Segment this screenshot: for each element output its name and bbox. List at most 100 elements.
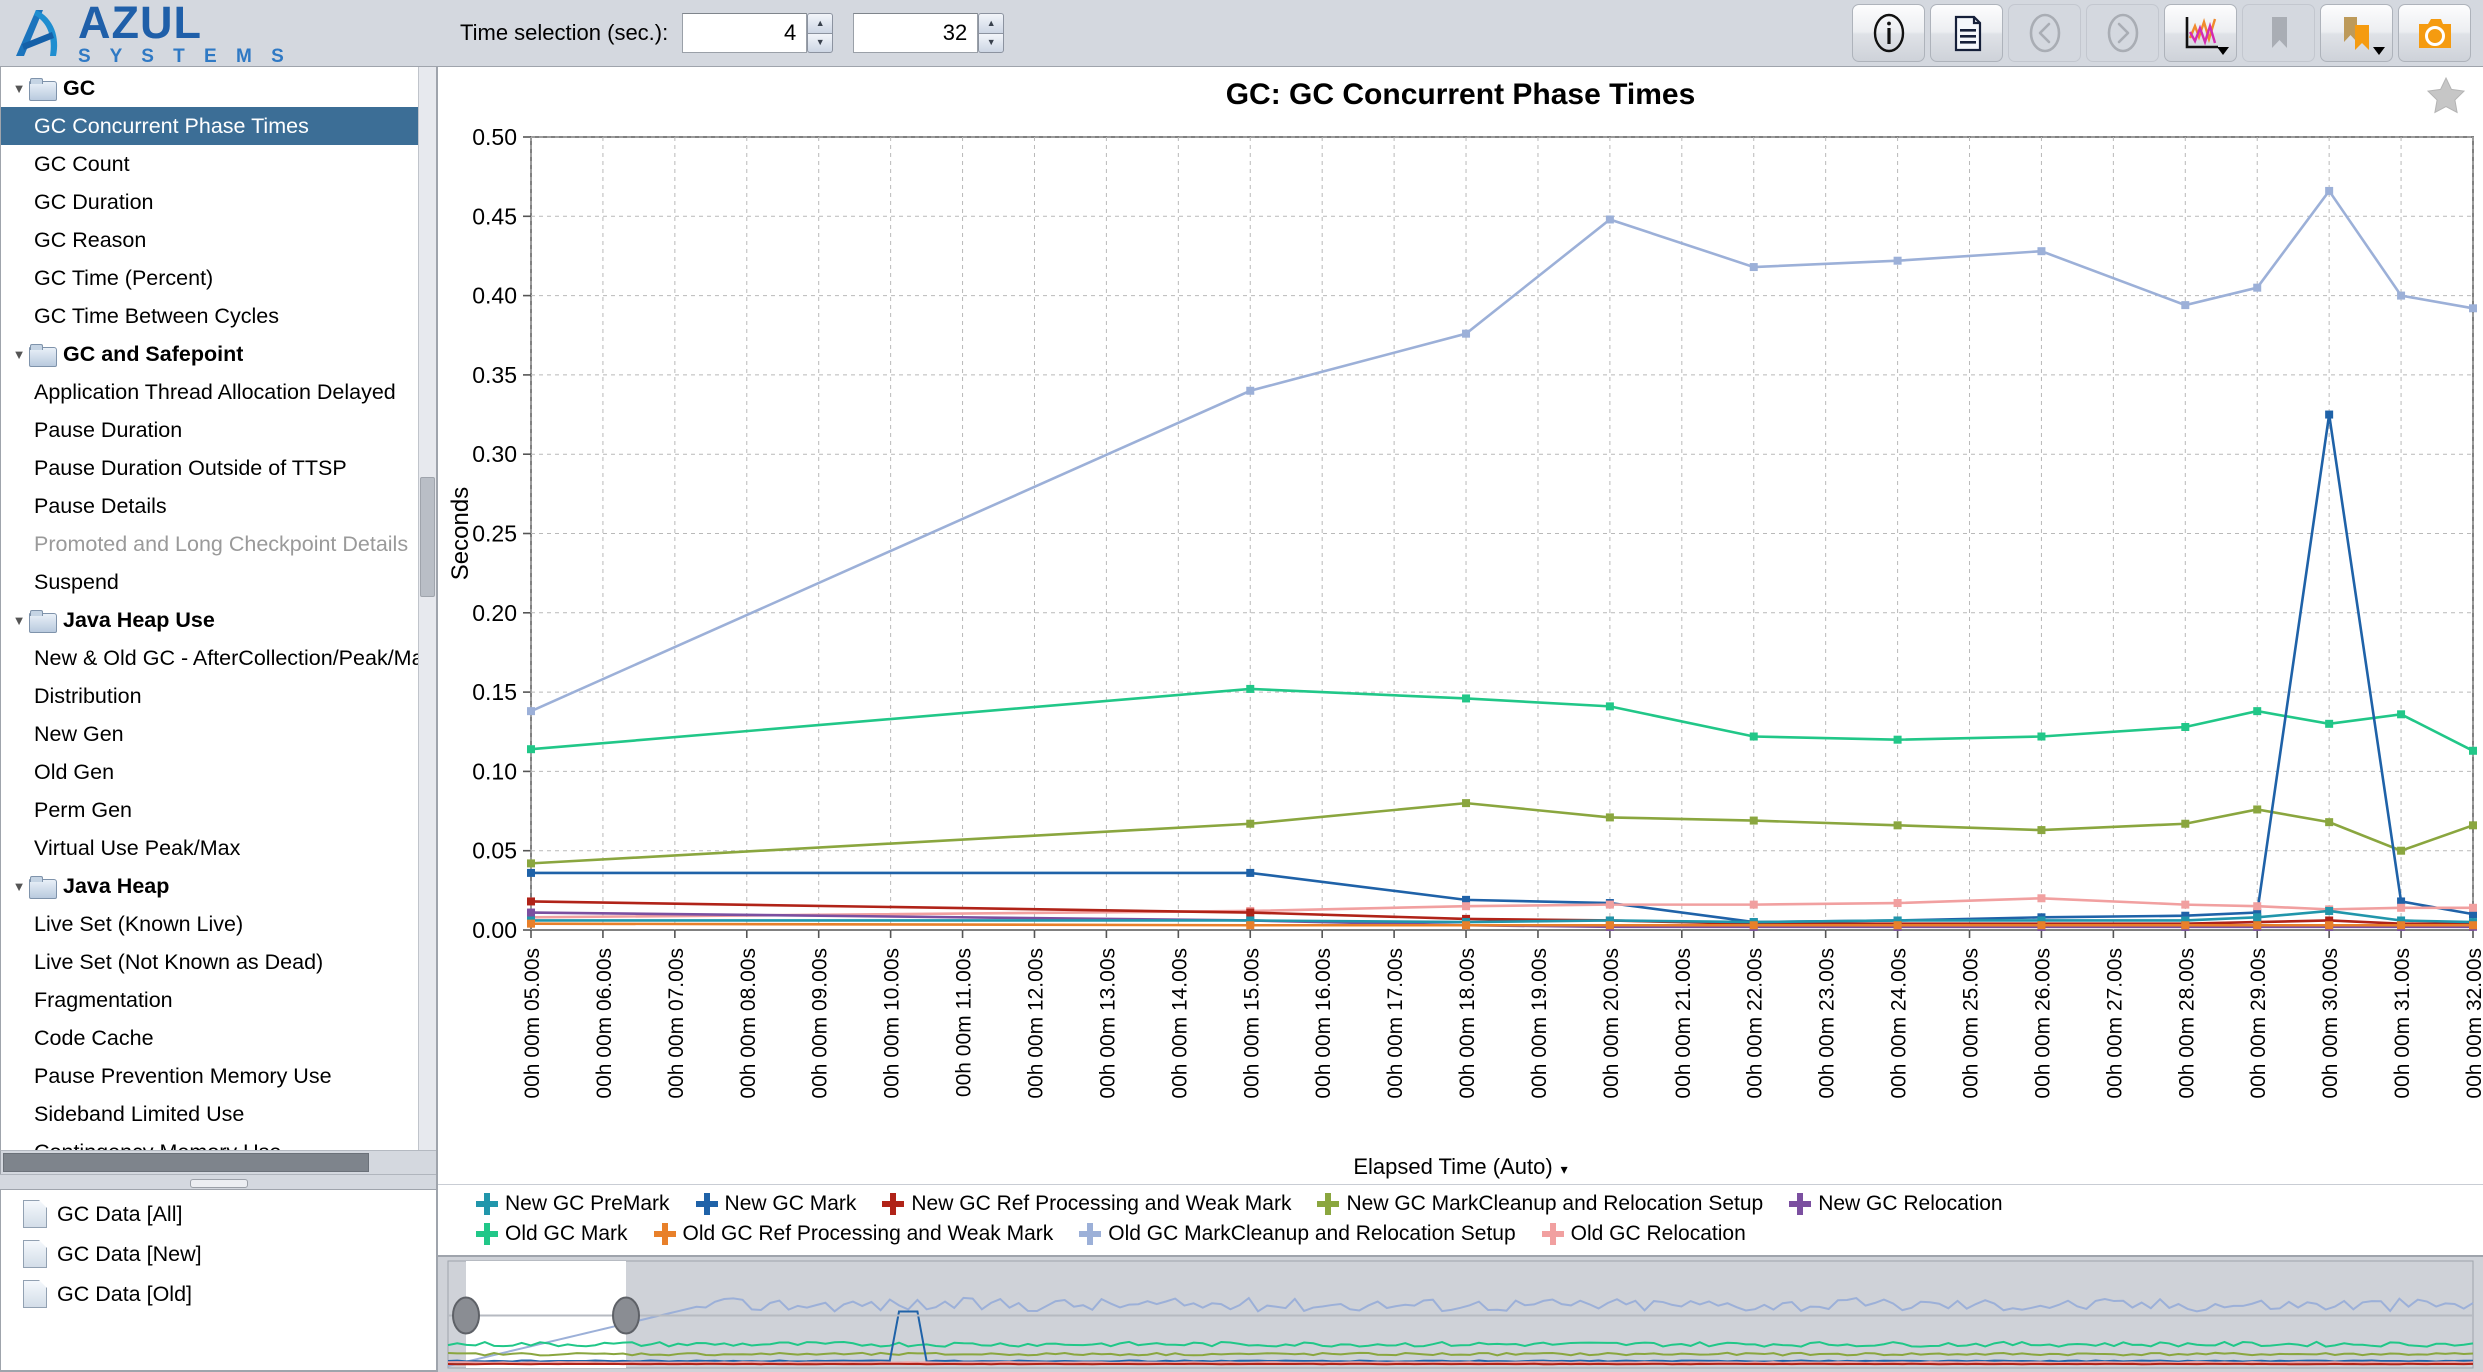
time-range-overview[interactable] (438, 1255, 2483, 1372)
metric-tree-panel[interactable]: ▼ GC GC Concurrent Phase Times GC Count GC D… (0, 66, 436, 1150)
tree-item-20[interactable]: Virtual Use Peak/Max (1, 829, 436, 867)
tree-horizontal-scrollbar-thumb[interactable] (3, 1153, 369, 1172)
tree-item-22[interactable]: Live Set (Known Live) (1, 905, 436, 943)
chevron-down-icon[interactable]: ▾ (1561, 1161, 1568, 1178)
tree-item-17[interactable]: New Gen (1, 715, 436, 753)
x-axis-tick-label: 00h 00m 15.00s (1240, 948, 1263, 1099)
range-handle-start[interactable] (452, 1296, 480, 1335)
x-axis-tick-label: 00h 00m 06.00s (593, 948, 616, 1099)
tree-item-label: GC Reason (34, 227, 147, 252)
tree-item-26[interactable]: Pause Prevention Memory Use (1, 1057, 436, 1095)
time-end-spin-up[interactable]: ▲ (978, 13, 1005, 33)
chevron-down-icon[interactable] (2217, 47, 2229, 55)
legend-item-label: Old GC MarkCleanup and Relocation Setup (1108, 1222, 1516, 1245)
tree-item-1[interactable]: GC Concurrent Phase Times (1, 107, 436, 145)
tree-item-23[interactable]: Live Set (Not Known as Dead) (1, 943, 436, 981)
legend-item-label: Old GC Ref Processing and Weak Mark (682, 1222, 1054, 1245)
list-item-label: GC Data [All] (57, 1201, 183, 1226)
report-button[interactable] (1930, 4, 2003, 62)
time-end-input[interactable]: 32 (853, 13, 979, 53)
tree-item-4[interactable]: GC Reason (1, 221, 436, 259)
x-axis-tick-label: 00h 00m 05.00s (521, 948, 544, 1099)
range-handle-end[interactable] (612, 1296, 640, 1335)
tree-item-label: Java Heap (63, 873, 170, 898)
tree-item-10[interactable]: Pause Duration Outside of TTSP (1, 449, 436, 487)
tree-item-3[interactable]: GC Duration (1, 183, 436, 221)
tree-item-9[interactable]: Pause Duration (1, 411, 436, 449)
tree-expand-toggle-icon[interactable]: ▼ (9, 347, 29, 362)
tree-item-11[interactable]: Pause Details (1, 487, 436, 525)
tree-item-6[interactable]: GC Time Between Cycles (1, 297, 436, 335)
legend-marker-icon (1317, 1193, 1340, 1215)
tree-item-2[interactable]: GC Count (1, 145, 436, 183)
document-icon (23, 1200, 47, 1228)
tree-item-8[interactable]: Application Thread Allocation Delayed (1, 373, 436, 411)
tree-item-5[interactable]: GC Time (Percent) (1, 259, 436, 297)
data-source-list[interactable]: GC Data [All] GC Data [New] GC Data [Old] (0, 1190, 436, 1372)
legend-item[interactable]: New GC Relocation (1789, 1192, 2003, 1216)
tree-vertical-scrollbar[interactable] (418, 67, 436, 1150)
tree-item-24[interactable]: Fragmentation (1, 981, 436, 1019)
tree-group-14[interactable]: ▼ Java Heap Use (1, 601, 436, 639)
tree-item-25[interactable]: Code Cache (1, 1019, 436, 1057)
x-axis-tick-label: 00h 00m 17.00s (1384, 948, 1407, 1099)
tree-expand-toggle-icon[interactable]: ▼ (9, 81, 29, 96)
x-axis-tick-label: 00h 00m 09.00s (809, 948, 832, 1099)
tree-item-label: Live Set (Not Known as Dead) (34, 949, 324, 974)
chart-legend: New GC PreMark New GC Mark New GC Ref Proc… (438, 1184, 2483, 1255)
legend-item[interactable]: New GC Ref Processing and Weak Mark (882, 1192, 1291, 1216)
tree-vertical-scrollbar-thumb[interactable] (420, 477, 435, 597)
x-axis-title: Elapsed Time (Auto) (1353, 1154, 1553, 1179)
tree-item-label: Java Heap Use (63, 607, 215, 632)
list-item[interactable]: GC Data [New] (1, 1234, 436, 1274)
list-item[interactable]: GC Data [All] (1, 1194, 436, 1234)
legend-item[interactable]: Old GC Mark (476, 1222, 628, 1246)
logo-systems-text: S Y S T E M S (78, 46, 291, 67)
plot-area[interactable]: 0.00 0.05 0.10 0.15 0.20 0.25 0.30 0.35 0.40 0.45… (438, 123, 2483, 1152)
tree-item-13[interactable]: Suspend (1, 563, 436, 601)
tree-item-27[interactable]: Sideband Limited Use (1, 1095, 436, 1133)
y-axis-tick-label: 0.40 (472, 283, 517, 309)
legend-item[interactable]: Old GC MarkCleanup and Relocation Setup (1079, 1222, 1516, 1246)
legend-item[interactable]: New GC Mark (695, 1192, 857, 1216)
time-end-spin-down[interactable]: ▼ (978, 32, 1005, 53)
back-button (2008, 4, 2081, 62)
tree-expand-toggle-icon[interactable]: ▼ (9, 879, 29, 894)
time-start-input[interactable]: 4 (682, 13, 808, 53)
time-selection-group: Time selection (sec.): 4 ▲ ▼ 32 ▲ ▼ (460, 13, 1024, 53)
legend-item[interactable]: New GC PreMark (476, 1192, 670, 1216)
tree-horizontal-scrollbar[interactable] (0, 1150, 436, 1174)
chevron-right-icon (2107, 13, 2138, 53)
chevron-down-icon[interactable] (2373, 47, 2385, 55)
list-item[interactable]: GC Data [Old] (1, 1274, 436, 1314)
tree-item-18[interactable]: Old Gen (1, 753, 436, 791)
tree-item-label: New & Old GC - AfterCollection/Peak/Max (34, 645, 435, 670)
bookmarks-list-button[interactable] (2320, 4, 2393, 62)
time-selection-label: Time selection (sec.): (460, 20, 669, 45)
tree-item-16[interactable]: Distribution (1, 677, 436, 715)
overview-svg[interactable] (438, 1257, 2483, 1372)
tree-group-7[interactable]: ▼ GC and Safepoint (1, 335, 436, 373)
tree-expand-toggle-icon[interactable]: ▼ (9, 613, 29, 628)
info-button[interactable] (1852, 4, 1925, 62)
tree-item-label: GC Concurrent Phase Times (34, 113, 309, 138)
tree-item-28[interactable]: Contingency Memory Use (1, 1133, 436, 1151)
tree-item-19[interactable]: Perm Gen (1, 791, 436, 829)
time-start-spin-down[interactable]: ▼ (807, 32, 834, 53)
tree-group-21[interactable]: ▼ Java Heap (1, 867, 436, 905)
favorite-button[interactable] (2421, 70, 2471, 120)
tree-item-15[interactable]: New & Old GC - AfterCollection/Peak/Max (1, 639, 436, 677)
legend-item[interactable]: New GC MarkCleanup and Relocation Setup (1317, 1192, 1763, 1216)
chart-type-button[interactable] (2164, 4, 2237, 62)
x-axis-tick-label: 00h 00m 07.00s (665, 948, 688, 1099)
legend-item-label: New GC Mark (724, 1192, 857, 1215)
x-axis-title-row[interactable]: Elapsed Time (Auto) ▾ (438, 1152, 2483, 1184)
sidebar-splitter[interactable] (0, 1174, 436, 1190)
legend-item[interactable]: Old GC Relocation (1541, 1222, 1746, 1246)
time-end-spinner[interactable]: 32 ▲ ▼ (853, 13, 1005, 53)
time-start-spin-up[interactable]: ▲ (807, 13, 834, 33)
screenshot-button[interactable] (2398, 4, 2471, 62)
legend-item[interactable]: Old GC Ref Processing and Weak Mark (653, 1222, 1054, 1246)
time-start-spinner[interactable]: 4 ▲ ▼ (682, 13, 834, 53)
tree-group-0[interactable]: ▼ GC (1, 69, 436, 107)
